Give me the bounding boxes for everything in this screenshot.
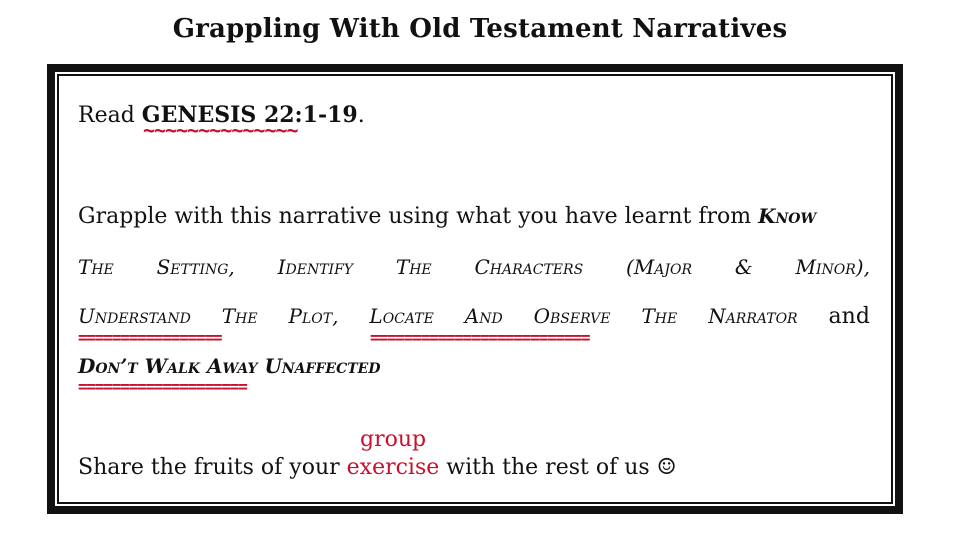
keyword-the: The <box>395 255 432 279</box>
keyword-setting: Setting, <box>156 255 235 279</box>
know-keyword: Know <box>758 204 817 228</box>
double-underline-marks: ========================== <box>370 328 590 347</box>
exercise-word: exercise <box>346 455 440 480</box>
share-prefix: Share the fruits of your <box>78 455 340 480</box>
share-line: Share the fruits of your exercise with t… <box>78 455 676 480</box>
keyword-locate: Locate <box>369 304 434 328</box>
keyword-plot: Plot, <box>288 304 339 328</box>
keyword-dont-walk-away: Don’t Walk Away Unaffected <box>78 354 381 378</box>
keyword-and: And <box>464 304 503 328</box>
keyword-understand: Understand <box>78 304 191 328</box>
keyword-minor: Minor), <box>795 255 870 279</box>
read-suffix: . <box>357 103 365 128</box>
dont-walk-away-line: Don’t Walk Away Unaffected <box>78 354 380 379</box>
group-insertion-word: group <box>360 427 427 452</box>
grapple-intro-line: Grapple with this narrative using what y… <box>78 204 816 229</box>
share-suffix: with the rest of us <box>446 455 650 480</box>
read-prefix: Read <box>78 103 142 128</box>
keyword-major: (Major <box>626 255 693 279</box>
grapple-intro-text: Grapple with this narrative using what y… <box>78 204 752 229</box>
keyword-narrator: Narrator <box>708 304 798 328</box>
smiley-icon: ☺ <box>656 455 677 480</box>
keyword-ampersand: & <box>734 255 753 279</box>
keyword-characters: Characters <box>474 255 584 279</box>
keyword-the: The <box>221 304 258 328</box>
and-text: and <box>828 304 870 329</box>
keyword-the: The <box>78 255 114 279</box>
keyword-observe: Observe <box>533 304 611 328</box>
keyword-the: The <box>641 304 678 328</box>
plot-narrator-line: Understand The Plot, Locate And Observe … <box>78 304 870 329</box>
squiggle-underline: ~~~~~~~~~~~~~~ <box>143 118 299 142</box>
keyword-identify: Identify <box>277 255 354 279</box>
setting-characters-line: The Setting, Identify The Characters (Ma… <box>78 255 870 279</box>
double-underline-marks: ==================== <box>78 377 248 396</box>
slide-title: Grappling With Old Testament Narratives <box>172 14 788 44</box>
double-underline-marks: ================= <box>78 328 223 347</box>
